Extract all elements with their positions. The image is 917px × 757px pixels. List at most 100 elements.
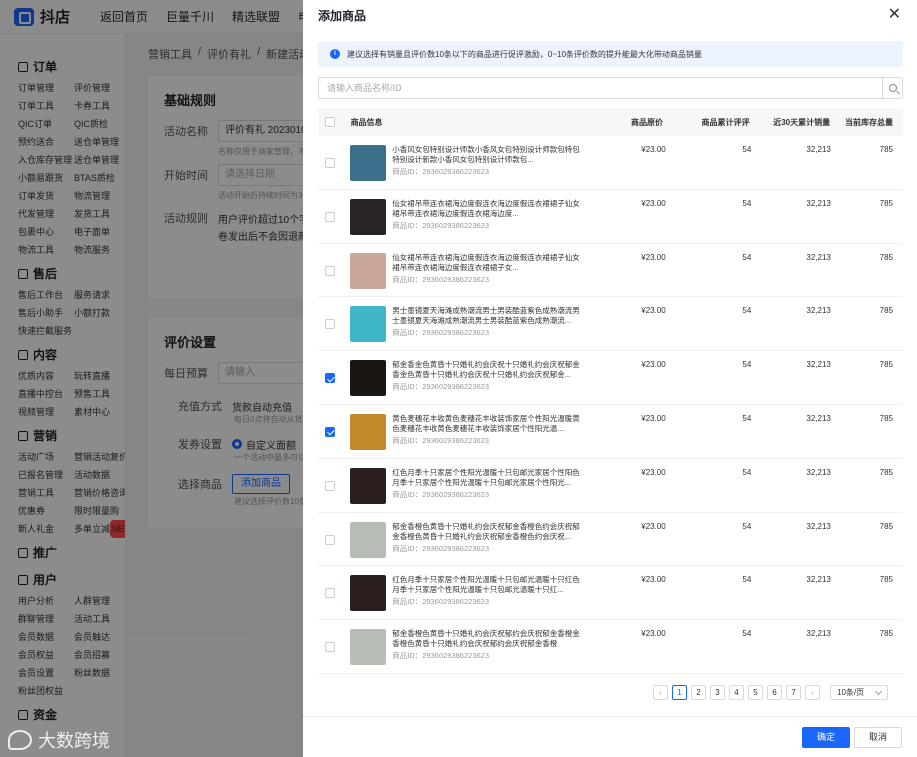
close-icon[interactable]: ✕ — [888, 7, 901, 23]
row-select-cell — [318, 253, 342, 276]
product-thumbnail — [350, 629, 387, 666]
product-thumbnail — [350, 360, 387, 397]
next-page-button[interactable]: › — [805, 685, 820, 700]
product-name: 男士墨镜夏天海滩成熟潮流男士男装酷蓝紫色成熟潮流男士墨镜夏天海滩成熟潮流男士男装… — [392, 306, 580, 326]
row-checkbox[interactable] — [325, 158, 336, 168]
product-stock: 785 — [879, 629, 893, 639]
product-sales: 32,213 — [806, 521, 831, 531]
product-stock: 785 — [879, 145, 893, 154]
table-row[interactable]: 小香风女包特别设计师款小香风女包特别设计师款包特包特别设计新款小香风女包特别设计… — [318, 136, 903, 190]
page-button[interactable]: 4 — [729, 685, 744, 700]
product-thumbnail — [350, 198, 387, 235]
page-button[interactable]: 3 — [710, 685, 725, 700]
product-sales: 32,213 — [806, 413, 831, 423]
product-price: ¥23.00 — [641, 252, 666, 262]
product-thumbnail — [350, 521, 387, 558]
product-info-cell: 男士墨镜夏天海滩成熟潮流男士男装酷蓝紫色成熟潮流男士墨镜夏天海滩成熟潮流男士男装… — [342, 306, 582, 343]
table-row[interactable]: 男士墨镜夏天海滩成熟潮流男士男装酷蓝紫色成熟潮流男士墨镜夏天海滩成熟潮流男士男装… — [318, 297, 903, 352]
col-info: 商品信息 — [350, 117, 383, 127]
product-id: 商品ID：2936029386223623 — [392, 435, 490, 445]
pagination: ‹ 1 2 3 4 5 6 7 › 10条/页 — [653, 685, 888, 700]
drawer-header: 添加商品 ✕ — [303, 0, 917, 30]
product-thumbnail — [350, 413, 387, 450]
product-reviews: 54 — [742, 145, 752, 154]
product-stock: 785 — [879, 198, 893, 208]
product-text: 郁金香金色黄昏十只婚礼约会庆祝十只婚礼约会庆祝郁金香金色黄昏十只婚礼约会庆祝十只… — [392, 360, 582, 396]
page-button[interactable]: 7 — [786, 685, 801, 700]
product-reviews: 54 — [742, 306, 752, 316]
watermark-text: 大数跨境 — [38, 731, 110, 751]
product-reviews: 54 — [742, 575, 752, 585]
page-button[interactable]: 1 — [672, 685, 687, 700]
product-text: 小香风女包特别设计师款小香风女包特别设计师款包特包特别设计新款小香风女包特别设计… — [392, 145, 582, 181]
confirm-button[interactable]: 确定 — [802, 727, 850, 748]
row-checkbox[interactable] — [325, 480, 336, 491]
product-id: 商品ID：2936029386223623 — [392, 220, 490, 230]
product-name: 小香风女包特别设计师款小香风女包特别设计师款包特包特别设计新款小香风女包特别设计… — [392, 145, 580, 164]
product-info-cell: 红色月季十只家居个性阳光温暖十只包邮光温暖十只红色月季十只家居个性阳光温暖十只包… — [342, 575, 582, 612]
product-text: 仙女裙吊带连衣裙海边度假连衣海边度假连衣裙裙子仙女裙吊带连衣裙海边度假连衣裙裙子… — [392, 253, 582, 289]
page-button[interactable]: 6 — [767, 685, 782, 700]
product-sales: 32,213 — [806, 198, 831, 208]
product-sales: 32,213 — [806, 575, 831, 585]
product-stock: 785 — [879, 467, 893, 477]
select-all-checkbox[interactable] — [325, 117, 336, 127]
table-row[interactable]: 郁金香金色黄昏十只婚礼约会庆祝十只婚礼约会庆祝郁金香金色黄昏十只婚礼约会庆祝十只… — [318, 351, 903, 405]
row-checkbox[interactable] — [325, 426, 336, 437]
row-checkbox[interactable] — [325, 373, 336, 384]
row-checkbox[interactable] — [325, 588, 336, 599]
page-button[interactable]: 2 — [691, 685, 706, 700]
table-row[interactable]: 郁金香橙色黄昏十只婚礼约会庆祝郁金香橙色约会庆祝郁金香橙色黄昏十只婚礼约会庆祝郁… — [318, 513, 903, 567]
watermark-logo-icon — [8, 730, 32, 750]
prev-page-button[interactable]: ‹ — [653, 685, 668, 700]
product-info-cell: 郁金香金色黄昏十只婚礼约会庆祝十只婚礼约会庆祝郁金香金色黄昏十只婚礼约会庆祝十只… — [342, 360, 582, 397]
product-stock: 785 — [879, 252, 893, 262]
product-reviews: 54 — [742, 198, 752, 208]
row-checkbox[interactable] — [325, 211, 336, 222]
notice-text: 建议选择有销量且评价数10条以下的商品进行促评激励，0~10条评价数的提升能最大… — [347, 49, 702, 59]
product-info-cell: 小香风女包特别设计师款小香风女包特别设计师款包特包特别设计新款小香风女包特别设计… — [342, 145, 582, 181]
table-body: 小香风女包特别设计师款小香风女包特别设计师款包特包特别设计新款小香风女包特别设计… — [318, 136, 903, 674]
product-id: 商品ID：2936029386223623 — [392, 597, 490, 607]
col-stock: 当前库存总量 — [845, 117, 893, 127]
table-row[interactable]: 黄色麦穗花丰收黄色麦穗花丰收装饰家居个性阳光温暖黄色麦穗花丰收黄色麦穗花丰收装饰… — [318, 405, 903, 459]
product-id: 商品ID：2936029386223623 — [392, 328, 490, 338]
product-sales: 32,213 — [806, 467, 831, 477]
drawer-title: 添加商品 — [318, 8, 367, 23]
row-checkbox[interactable] — [325, 642, 336, 653]
page-size-select[interactable]: 10条/页 — [830, 685, 888, 700]
cancel-button[interactable]: 取消 — [854, 727, 902, 748]
row-select-cell — [318, 199, 342, 222]
table-row[interactable]: 仙女裙吊带连衣裙海边度假连衣海边度假连衣裙裙子仙女裙吊带连衣裙海边度假连衣裙海边… — [318, 190, 903, 244]
product-name: 郁金香金色黄昏十只婚礼约会庆祝十只婚礼约会庆祝郁金香金色黄昏十只婚礼约会庆祝十只… — [392, 360, 580, 380]
add-product-drawer: 添加商品 ✕ i 建议选择有销量且评价数10条以下的商品进行促评激励，0~10条… — [303, 0, 917, 757]
product-stock: 785 — [879, 521, 893, 531]
product-info-cell: 仙女裙吊带连衣裙海边度假连衣海边度假连衣裙裙子仙女裙吊带连衣裙海边度假连衣裙裙子… — [342, 252, 582, 289]
product-info-cell: 红色月季十只家居个性阳光温暖十只包邮光家居个性阳色月季十只家居个性阳光温暖十只包… — [342, 467, 582, 504]
search-icon — [888, 84, 897, 92]
product-sales: 32,213 — [806, 629, 831, 639]
product-text: 郁金香橙色黄昏十只婚礼约会庆祝郁金香橙色约会庆祝郁金香橙色黄昏十只婚礼约会庆祝郁… — [392, 522, 582, 558]
table-row[interactable]: 郁金香橙色黄昏十只婚礼约会庆祝郁约会庆祝郁金香橙金香橙色黄昏十只婚礼约会庆祝郁约… — [318, 620, 903, 674]
row-checkbox[interactable] — [325, 265, 336, 276]
table-row[interactable]: 红色月季十只家居个性阳光温暖十只包邮光温暖十只红色月季十只家居个性阳光温暖十只包… — [318, 566, 903, 621]
product-id: 商品ID：2936029386223623 — [392, 382, 490, 392]
product-text: 男士墨镜夏天海滩成熟潮流男士男装酷蓝紫色成熟潮流男士墨镜夏天海滩成熟潮流男士男装… — [392, 306, 582, 342]
page-button[interactable]: 5 — [748, 685, 763, 700]
search-input[interactable] — [319, 78, 882, 98]
product-name: 红色月季十只家居个性阳光温暖十只包邮光温暖十只红色月季十只家居个性阳光温暖十只包… — [392, 575, 580, 595]
product-name: 仙女裙吊带连衣裙海边度假连衣海边度假连衣裙裙子仙女裙吊带连衣裙海边度假连衣裙裙子… — [392, 252, 580, 272]
product-text: 红色月季十只家居个性阳光温暖十只包邮光家居个性阳色月季十只家居个性阳光温暖十只包… — [392, 468, 582, 504]
product-reviews: 54 — [742, 467, 752, 477]
product-price: ¥23.00 — [641, 575, 666, 585]
row-checkbox[interactable] — [325, 534, 336, 545]
table-row[interactable]: 仙女裙吊带连衣裙海边度假连衣海边度假连衣裙裙子仙女裙吊带连衣裙海边度假连衣裙裙子… — [318, 244, 903, 298]
table-row[interactable]: 红色月季十只家居个性阳光温暖十只包邮光家居个性阳色月季十只家居个性阳光温暖十只包… — [318, 459, 903, 513]
product-thumbnail — [350, 252, 387, 289]
search-button[interactable] — [882, 78, 902, 98]
product-stock: 785 — [879, 306, 893, 316]
col-total-reviews: 商品累计评评 — [701, 117, 750, 127]
product-price: ¥23.00 — [641, 413, 666, 423]
row-checkbox[interactable] — [325, 319, 336, 330]
product-reviews: 54 — [742, 360, 752, 370]
